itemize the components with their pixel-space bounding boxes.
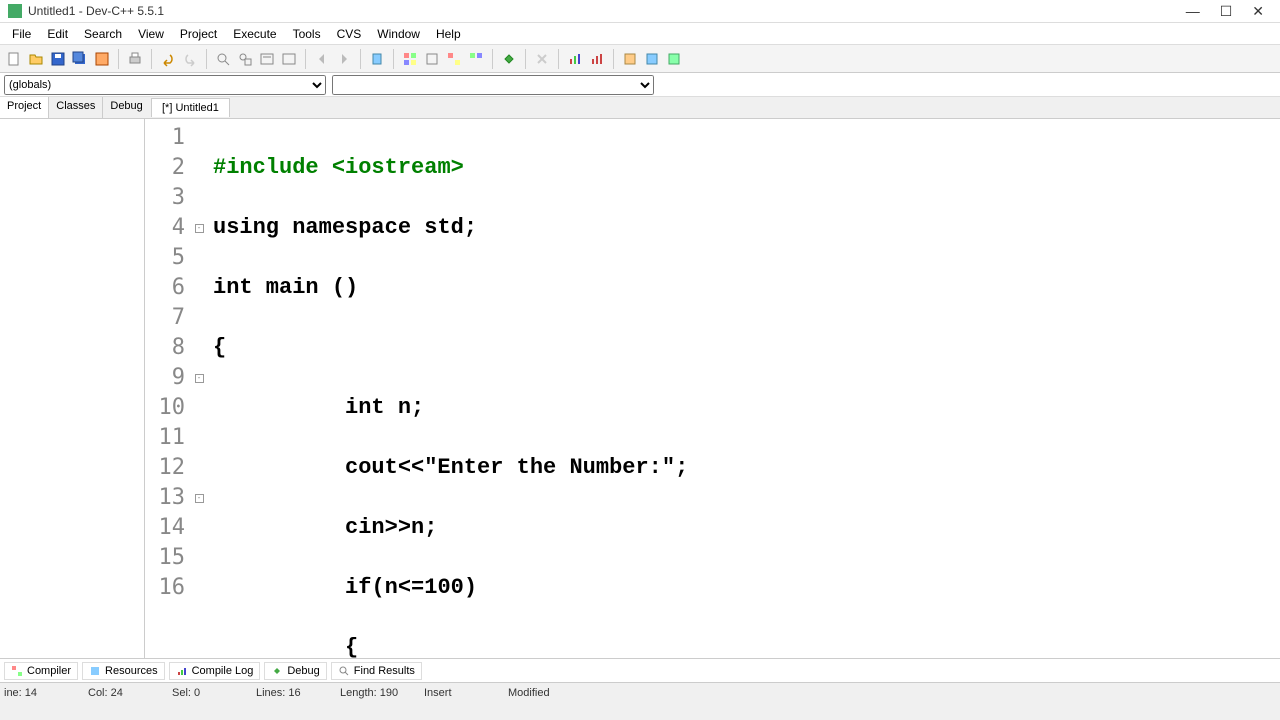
menu-help[interactable]: Help — [428, 25, 469, 43]
tab-resources[interactable]: Resources — [82, 662, 165, 680]
forward-icon[interactable] — [334, 49, 354, 69]
status-line: ine: 14 — [4, 687, 64, 699]
menu-window[interactable]: Window — [369, 25, 428, 43]
toolbar — [0, 45, 1280, 73]
bookmark-icon[interactable] — [367, 49, 387, 69]
compile-icon[interactable] — [400, 49, 420, 69]
combo-bar: (globals) — [0, 73, 1280, 97]
insert-icon[interactable] — [642, 49, 662, 69]
redo-icon[interactable] — [180, 49, 200, 69]
save-icon[interactable] — [48, 49, 68, 69]
tab-debug-bottom[interactable]: Debug — [264, 662, 326, 680]
stop-icon[interactable] — [532, 49, 552, 69]
replace-icon[interactable] — [235, 49, 255, 69]
tab-debug[interactable]: Debug — [103, 97, 150, 118]
undo-icon[interactable] — [158, 49, 178, 69]
maximize-button[interactable]: ☐ — [1220, 3, 1233, 20]
menu-file[interactable]: File — [4, 25, 39, 43]
title-bar: Untitled1 - Dev-C++ 5.5.1 — ☐ ✕ — [0, 0, 1280, 23]
delete-profile-icon[interactable] — [587, 49, 607, 69]
bottom-tabs: Compiler Resources Compile Log Debug Fin… — [0, 658, 1280, 682]
menu-cvs[interactable]: CVS — [329, 25, 370, 43]
menu-project[interactable]: Project — [172, 25, 225, 43]
editor-tab-untitled1[interactable]: [*] Untitled1 — [151, 98, 230, 117]
close-button[interactable]: ✕ — [1252, 3, 1264, 20]
goto-line-icon[interactable] — [279, 49, 299, 69]
editor-area: [*] Untitled1 12345678910111213141516 - … — [145, 97, 1280, 658]
toggle-icon[interactable] — [664, 49, 684, 69]
fold-column: - - - — [193, 119, 205, 658]
rebuild-icon[interactable] — [466, 49, 486, 69]
side-panel: Project Classes Debug — [0, 97, 145, 658]
menu-execute[interactable]: Execute — [225, 25, 284, 43]
tab-project[interactable]: Project — [0, 97, 49, 118]
line-gutter: 12345678910111213141516 — [145, 119, 193, 658]
status-bar: ine: 14 Col: 24 Sel: 0 Lines: 16 Length:… — [0, 682, 1280, 702]
open-file-icon[interactable] — [26, 49, 46, 69]
find-icon[interactable] — [213, 49, 233, 69]
code-editor[interactable]: 12345678910111213141516 - - - #include <… — [145, 119, 1280, 658]
tab-compiler[interactable]: Compiler — [4, 662, 78, 680]
status-mode: Insert — [424, 687, 484, 699]
code-text[interactable]: #include <iostream> using namespace std;… — [205, 119, 1280, 658]
minimize-button[interactable]: — — [1186, 3, 1200, 20]
status-sel: Sel: 0 — [172, 687, 232, 699]
menu-bar: File Edit Search View Project Execute To… — [0, 23, 1280, 45]
menu-search[interactable]: Search — [76, 25, 130, 43]
status-length: Length: 190 — [340, 687, 400, 699]
back-icon[interactable] — [312, 49, 332, 69]
member-combo[interactable] — [332, 75, 654, 95]
tab-compile-log[interactable]: Compile Log — [169, 662, 261, 680]
close-file-icon[interactable] — [92, 49, 112, 69]
tab-classes[interactable]: Classes — [49, 97, 103, 118]
status-col: Col: 24 — [88, 687, 148, 699]
new-class-icon[interactable] — [620, 49, 640, 69]
compile-run-icon[interactable] — [444, 49, 464, 69]
new-file-icon[interactable] — [4, 49, 24, 69]
fold-icon[interactable]: - — [195, 494, 204, 503]
fold-icon[interactable]: - — [195, 374, 204, 383]
profile-icon[interactable] — [565, 49, 585, 69]
print-icon[interactable] — [125, 49, 145, 69]
save-all-icon[interactable] — [70, 49, 90, 69]
find-in-files-icon[interactable] — [257, 49, 277, 69]
status-lines: Lines: 16 — [256, 687, 316, 699]
menu-view[interactable]: View — [130, 25, 172, 43]
debug-icon[interactable] — [499, 49, 519, 69]
menu-edit[interactable]: Edit — [39, 25, 76, 43]
run-icon[interactable] — [422, 49, 442, 69]
status-modified: Modified — [508, 687, 568, 699]
tab-find-results[interactable]: Find Results — [331, 662, 422, 680]
scope-combo[interactable]: (globals) — [4, 75, 326, 95]
window-title: Untitled1 - Dev-C++ 5.5.1 — [28, 4, 1186, 18]
app-icon — [8, 4, 22, 18]
menu-tools[interactable]: Tools — [285, 25, 329, 43]
fold-icon[interactable]: - — [195, 224, 204, 233]
